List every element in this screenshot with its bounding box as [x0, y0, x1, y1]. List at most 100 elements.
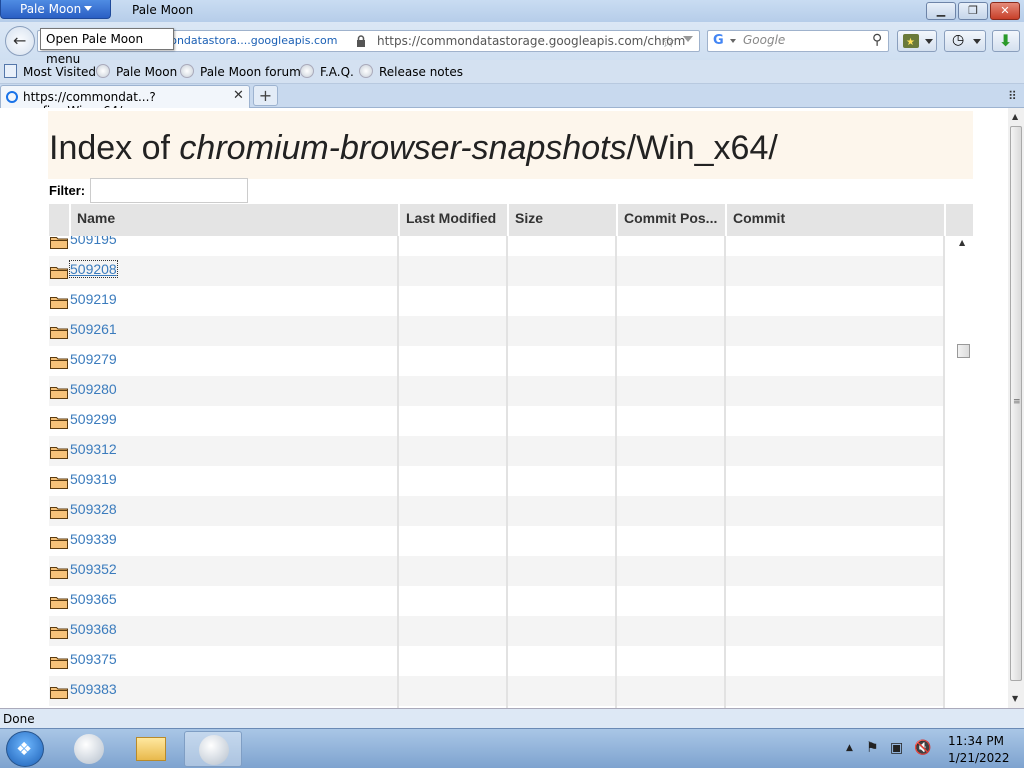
- status-bar: Done: [0, 708, 1024, 728]
- folder-icon: [50, 327, 68, 339]
- scrollbar-thumb[interactable]: ≡: [1010, 126, 1022, 681]
- scroll-down-icon[interactable]: ▼: [1012, 694, 1018, 703]
- table-row[interactable]: 509339: [49, 526, 944, 556]
- table-row[interactable]: 509279: [49, 346, 944, 376]
- new-tab-button[interactable]: +: [253, 85, 278, 106]
- taskbar: ❖ ▲ ⚑ ▣ 🔇 11:34 PM 1/21/2022: [0, 728, 1024, 768]
- url-text[interactable]: https://commondatastorage.googleapis.com…: [377, 34, 685, 48]
- minimize-icon: ▁: [936, 4, 946, 17]
- bookmarks-button[interactable]: ★: [897, 30, 937, 52]
- clock-date[interactable]: 1/21/2022: [948, 751, 1010, 765]
- folder-link[interactable]: 509219: [70, 291, 117, 307]
- history-button[interactable]: ◷: [944, 30, 986, 52]
- tab-close-icon[interactable]: ✕: [233, 88, 244, 103]
- close-button[interactable]: ✕: [990, 2, 1020, 20]
- bookmark-label: Pale Moon: [116, 65, 178, 79]
- chevron-down-icon: [84, 6, 92, 11]
- folder-link[interactable]: 509195: [70, 236, 117, 247]
- search-icon[interactable]: ⚲: [872, 32, 882, 48]
- bookmark-pale-moon-forum[interactable]: Pale Moon forum: [180, 64, 301, 79]
- table-scrollbar[interactable]: ▲: [954, 236, 973, 708]
- folder-link[interactable]: 509365: [70, 591, 117, 607]
- chevron-down-icon: [973, 39, 981, 44]
- table-row[interactable]: 509383: [49, 676, 944, 706]
- folder-icon: [136, 737, 166, 761]
- folder-link[interactable]: 509328: [70, 501, 117, 517]
- tab-active[interactable]: https://commondat...?prefix=Win_x64/ ✕: [0, 85, 250, 118]
- tooltip: Open Pale Moon menu: [40, 28, 174, 66]
- folder-link[interactable]: 509375: [70, 651, 117, 667]
- pale-moon-menu-label: Pale Moon: [20, 2, 82, 16]
- search-input[interactable]: Google: [743, 33, 785, 47]
- folder-link[interactable]: 509352: [70, 561, 117, 577]
- table-row[interactable]: 509352: [49, 556, 944, 586]
- folder-link[interactable]: 509261: [70, 321, 117, 337]
- flag-icon[interactable]: ⚑: [866, 740, 879, 756]
- taskbar-pale-moon-active[interactable]: [184, 731, 242, 767]
- folder-icon: [50, 447, 68, 459]
- taskbar-pale-moon[interactable]: [60, 731, 118, 767]
- table-row[interactable]: 509280: [49, 376, 944, 406]
- show-hidden-icons-icon[interactable]: ▲: [846, 743, 853, 753]
- globe-icon: [96, 64, 110, 78]
- search-engine-dropdown-icon[interactable]: [730, 39, 736, 43]
- volume-muted-icon[interactable]: 🔇: [914, 740, 931, 756]
- bookmark-faq[interactable]: F.A.Q.: [300, 64, 354, 79]
- minimize-button[interactable]: ▁: [926, 2, 956, 20]
- folder-link[interactable]: 509280: [70, 381, 117, 397]
- search-box[interactable]: G Google ⚲: [707, 30, 889, 52]
- start-button[interactable]: ❖: [6, 731, 44, 767]
- url-dropdown-icon[interactable]: [683, 36, 693, 42]
- bookmark-label: F.A.Q.: [320, 65, 354, 79]
- table-row[interactable]: 509328: [49, 496, 944, 526]
- scroll-up-icon[interactable]: ▲: [959, 238, 965, 247]
- folder-link[interactable]: 509299: [70, 411, 117, 427]
- folder-icon: [50, 357, 68, 369]
- column-divider: [943, 236, 945, 708]
- table-row[interactable]: 509368: [49, 616, 944, 646]
- pale-moon-menu-button[interactable]: Pale Moon: [0, 0, 111, 19]
- scrollbar-thumb[interactable]: [957, 344, 970, 358]
- bookmark-pale-moon[interactable]: Pale Moon: [96, 64, 177, 79]
- table-row[interactable]: 509195: [49, 236, 944, 256]
- bookmark-release-notes[interactable]: Release notes: [359, 64, 463, 79]
- downloads-button[interactable]: ⬇: [992, 30, 1020, 52]
- table-row[interactable]: 509261: [49, 316, 944, 346]
- table-row[interactable]: 509375: [49, 646, 944, 676]
- column-header-commit-position[interactable]: Commit Pos...: [616, 204, 725, 236]
- back-button[interactable]: ←: [5, 26, 35, 56]
- folder-icon: [50, 567, 68, 579]
- clock-time[interactable]: 11:34 PM: [948, 734, 1004, 748]
- column-header-size[interactable]: Size: [507, 204, 616, 236]
- column-header-last-modified[interactable]: Last Modified: [398, 204, 507, 236]
- folder-link[interactable]: 509339: [70, 531, 117, 547]
- table-row[interactable]: 509365: [49, 586, 944, 616]
- bookmark-star-icon[interactable]: ☆: [661, 32, 675, 51]
- column-header-commit[interactable]: Commit: [725, 204, 944, 236]
- table-row[interactable]: 509319: [49, 466, 944, 496]
- maximize-button[interactable]: ❐: [958, 2, 988, 20]
- folder-link[interactable]: 509312: [70, 441, 117, 457]
- restore-icon: ❐: [968, 4, 978, 17]
- table-row[interactable]: 509219: [49, 286, 944, 316]
- table-row[interactable]: 509312: [49, 436, 944, 466]
- folder-link[interactable]: 509319: [70, 471, 117, 487]
- tab-groups-icon[interactable]: ⠿: [1008, 89, 1017, 103]
- scroll-up-icon[interactable]: ▲: [1012, 112, 1018, 121]
- folder-icon: [50, 387, 68, 399]
- bookmarks-toolbar: Most Visited Pale Moon Pale Moon forum F…: [0, 60, 1024, 84]
- filter-label: Filter:: [49, 183, 86, 198]
- table-row[interactable]: 509299: [49, 406, 944, 436]
- filter-input[interactable]: [90, 178, 248, 203]
- google-icon[interactable]: G: [713, 33, 724, 48]
- column-header-name[interactable]: Name: [69, 204, 398, 236]
- taskbar-explorer[interactable]: [122, 731, 180, 767]
- page-scrollbar[interactable]: ▲ ≡ ▼: [1008, 108, 1024, 708]
- folder-link[interactable]: 509279: [70, 351, 117, 367]
- network-icon[interactable]: ▣: [890, 740, 903, 756]
- table-row[interactable]: 509208: [49, 256, 944, 286]
- folder-link[interactable]: 509368: [70, 621, 117, 637]
- folder-link[interactable]: 509383: [70, 681, 117, 697]
- svg-text:★: ★: [906, 37, 915, 48]
- folder-link[interactable]: 509208: [69, 260, 118, 278]
